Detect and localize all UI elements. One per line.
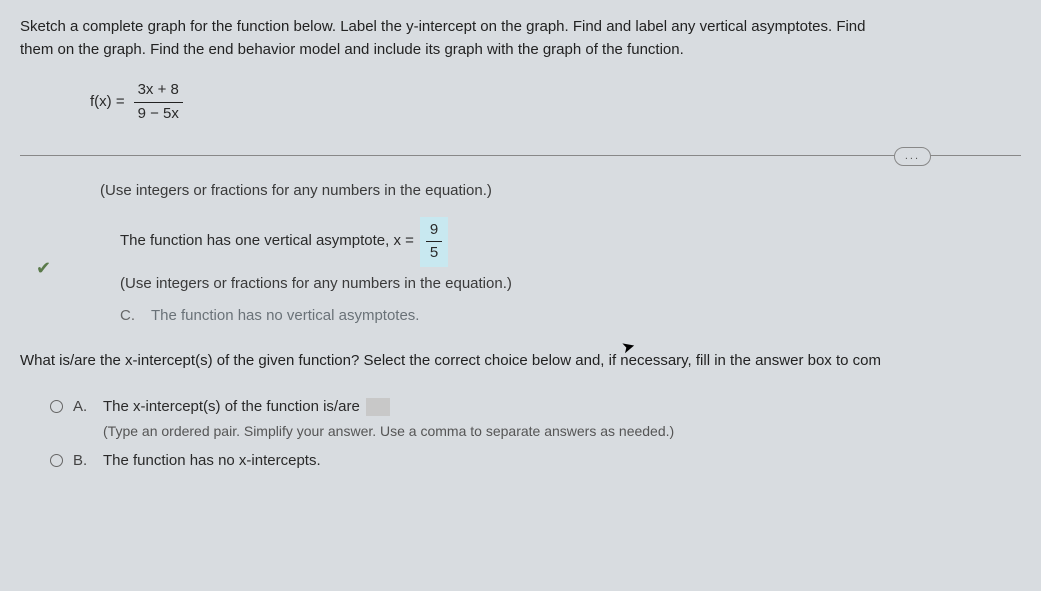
function-equation: f(x) = 3x + 8 9 − 5x [90, 79, 1021, 125]
mc-a-hint: (Type an ordered pair. Simplify your ans… [103, 421, 1021, 442]
option-b-text: The function has one vertical asymptote,… [120, 230, 414, 253]
answer-denominator: 5 [426, 242, 442, 265]
equation-lhs: f(x) = [90, 91, 125, 114]
check-icon: ✔ [36, 255, 51, 282]
equation-denominator: 9 − 5x [134, 103, 183, 126]
answer-block: (Use integers or fractions for any numbe… [100, 180, 1021, 328]
mc-option-a[interactable]: A. The x-intercept(s) of the function is… [50, 396, 1021, 442]
option-b-row: The function has one vertical asymptote,… [120, 217, 1021, 267]
equation-numerator: 3x + 8 [134, 79, 183, 103]
question-2-prompt: What is/are the x-intercept(s) of the gi… [20, 350, 1021, 373]
x-intercept-input[interactable] [366, 398, 390, 416]
equation-fraction: 3x + 8 9 − 5x [134, 79, 183, 125]
question-prompt-main: Sketch a complete graph for the function… [20, 16, 1021, 61]
radio-b[interactable] [50, 454, 63, 467]
mc-a-content: The x-intercept(s) of the function is/ar… [103, 396, 1021, 442]
option-c-letter: C. [120, 305, 135, 328]
hint-text-1: (Use integers or fractions for any numbe… [100, 180, 1021, 203]
hint-text-2: (Use integers or fractions for any numbe… [120, 273, 1021, 296]
mc-a-letter: A. [73, 396, 91, 419]
radio-a[interactable] [50, 400, 63, 413]
answer-fraction: 9 5 [426, 219, 442, 265]
option-c-row[interactable]: C. The function has no vertical asymptot… [120, 305, 1021, 328]
separator-line: ... [20, 155, 1021, 156]
prompt-line-1: Sketch a complete graph for the function… [20, 18, 866, 35]
answer-box-asymptote[interactable]: 9 5 [420, 217, 448, 267]
answer-numerator: 9 [426, 219, 442, 243]
option-c-text: The function has no vertical asymptotes. [151, 305, 419, 328]
mc-b-content: The function has no x-intercepts. [103, 450, 1021, 473]
ellipsis-badge[interactable]: ... [894, 147, 931, 166]
prompt-line-2: them on the graph. Find the end behavior… [20, 41, 684, 58]
mc-b-letter: B. [73, 450, 91, 473]
mc-option-b[interactable]: B. The function has no x-intercepts. [50, 450, 1021, 473]
mc-b-text: The function has no x-intercepts. [103, 452, 321, 469]
mc-a-text: The x-intercept(s) of the function is/ar… [103, 398, 360, 415]
